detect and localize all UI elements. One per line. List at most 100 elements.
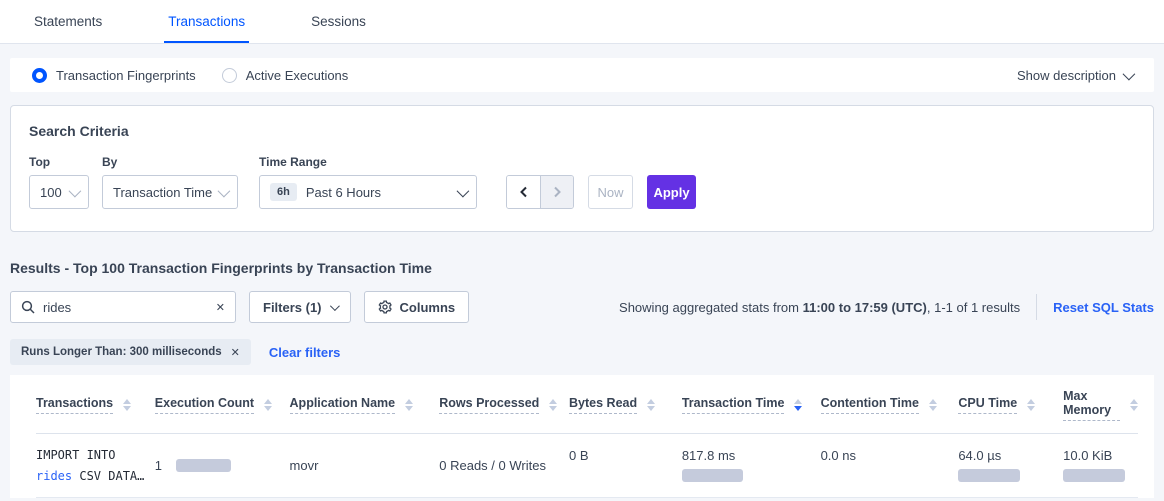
time-range-label: Time Range <box>259 155 479 169</box>
columns-button[interactable]: Columns <box>364 291 470 323</box>
column-header-max-memory: Max Memory <box>1063 389 1138 421</box>
radio-label: Active Executions <box>246 68 349 83</box>
view-radio-group: Transaction Fingerprints Active Executio… <box>32 68 348 83</box>
sql-activity-page: Statements Transactions Sessions Transac… <box>0 0 1164 501</box>
clear-search-icon[interactable]: ✕ <box>216 301 225 314</box>
chevron-left-icon <box>518 186 530 198</box>
radio-transaction-fingerprints[interactable]: Transaction Fingerprints <box>32 68 196 83</box>
column-header-transactions: Transactions <box>36 396 155 414</box>
aggregated-stats-text: Showing aggregated stats from 11:00 to 1… <box>619 294 1154 320</box>
contention-time-cell: 0.0 ns <box>821 434 959 463</box>
max-memory-bar <box>1063 469 1125 482</box>
transaction-fingerprint-cell: IMPORT INTO rides CSV DATA… <box>36 445 155 487</box>
results-table: Transactions Execution Count Application… <box>10 375 1154 498</box>
transaction-time-value: 817.8 ms <box>682 448 811 463</box>
time-range-badge: 6h <box>270 183 297 201</box>
tab-statements[interactable]: Statements <box>30 2 106 43</box>
tab-sessions[interactable]: Sessions <box>307 2 370 43</box>
time-range-select[interactable]: 6h Past 6 Hours <box>259 175 477 209</box>
by-label: By <box>102 155 238 169</box>
column-header-bytes-read: Bytes Read <box>569 396 682 414</box>
chevron-down-icon <box>457 184 470 197</box>
tab-transactions[interactable]: Transactions <box>164 2 249 43</box>
max-memory-value: 10.0 KiB <box>1063 448 1128 463</box>
search-criteria-title: Search Criteria <box>29 123 1135 139</box>
sort-icon[interactable] <box>1130 399 1138 411</box>
time-next-button[interactable] <box>540 176 573 208</box>
transaction-link[interactable]: rides <box>36 469 72 483</box>
column-header-execution-count: Execution Count <box>155 396 290 414</box>
search-criteria-card: Search Criteria Top 100 By Transaction T… <box>10 105 1154 232</box>
vertical-divider <box>1036 294 1037 320</box>
search-icon <box>21 300 35 314</box>
sort-icon[interactable] <box>929 399 937 411</box>
show-description-label: Show description <box>1017 68 1116 83</box>
show-description-toggle[interactable]: Show description <box>1017 68 1132 83</box>
max-memory-cell: 10.0 KiB <box>1063 434 1138 482</box>
table-header-row: Transactions Execution Count Application… <box>36 375 1138 434</box>
sort-icon[interactable] <box>405 399 413 411</box>
sort-icon[interactable] <box>647 399 655 411</box>
search-input[interactable] <box>43 300 208 315</box>
search-box: ✕ <box>10 291 236 323</box>
chevron-down-icon <box>69 184 82 197</box>
radio-active-executions[interactable]: Active Executions <box>222 68 349 83</box>
top-select[interactable]: 100 <box>29 175 89 209</box>
transaction-time-cell: 817.8 ms <box>682 434 821 482</box>
transaction-time-bar <box>682 469 743 482</box>
remove-filter-icon[interactable]: ✕ <box>231 346 240 359</box>
time-range-field: Time Range 6h Past 6 Hours <box>259 155 479 209</box>
apply-button[interactable]: Apply <box>647 175 696 209</box>
sort-icon-active-desc[interactable] <box>794 399 802 411</box>
radio-label: Transaction Fingerprints <box>56 68 196 83</box>
transaction-statement-line1: IMPORT INTO <box>36 445 145 466</box>
cpu-time-cell: 64.0 µs <box>958 434 1063 482</box>
view-toggle-card: Transaction Fingerprints Active Executio… <box>10 58 1154 92</box>
search-criteria-controls: Top 100 By Transaction Time Time Range 6… <box>29 155 1135 209</box>
table-row: IMPORT INTO rides CSV DATA… 1 movr 0 Rea… <box>36 434 1138 498</box>
column-header-cpu-time: CPU Time <box>958 396 1063 414</box>
now-button[interactable]: Now <box>588 175 633 209</box>
results-controls-row: ✕ Filters (1) Columns Showing aggregated… <box>10 291 1154 323</box>
stats-time-range: 11:00 to 17:59 (UTC) <box>803 300 927 315</box>
execution-count-value: 1 <box>155 458 162 473</box>
top-label: Top <box>29 155 89 169</box>
radio-selected-icon <box>32 68 47 83</box>
filters-button[interactable]: Filters (1) <box>249 291 351 323</box>
column-header-rows-processed: Rows Processed <box>439 396 569 414</box>
application-name-cell: movr <box>290 458 440 473</box>
top-field: Top 100 <box>29 155 89 209</box>
time-nav-group <box>506 175 574 209</box>
filters-label: Filters (1) <box>263 300 322 315</box>
cpu-time-value: 64.0 µs <box>958 448 1053 463</box>
chevron-down-icon <box>1123 67 1136 80</box>
gear-icon <box>378 300 392 314</box>
column-header-application-name: Application Name <box>290 396 440 414</box>
top-select-value: 100 <box>40 185 62 200</box>
sort-icon[interactable] <box>123 399 131 411</box>
rows-processed-cell: 0 Reads / 0 Writes <box>439 458 569 473</box>
bytes-read-cell: 0 B <box>569 434 682 463</box>
by-select[interactable]: Transaction Time <box>102 175 238 209</box>
by-select-value: Transaction Time <box>113 185 212 200</box>
by-field: By Transaction Time <box>102 155 238 209</box>
sort-icon[interactable] <box>1027 399 1035 411</box>
chevron-right-icon <box>551 186 563 198</box>
time-prev-button[interactable] <box>507 176 540 208</box>
execution-count-bar <box>176 459 231 472</box>
sort-icon[interactable] <box>549 399 557 411</box>
filter-chip-row: Runs Longer Than: 300 milliseconds ✕ Cle… <box>10 339 1154 365</box>
chevron-down-icon <box>218 184 231 197</box>
execution-count-cell: 1 <box>155 458 290 473</box>
sort-icon[interactable] <box>264 399 272 411</box>
filter-chip-label: Runs Longer Than: 300 milliseconds <box>21 346 222 358</box>
radio-unselected-icon <box>222 68 237 83</box>
results-heading: Results - Top 100 Transaction Fingerprin… <box>10 260 1154 276</box>
reset-sql-stats-link[interactable]: Reset SQL Stats <box>1053 300 1154 315</box>
chevron-down-icon <box>329 301 339 311</box>
transaction-statement-line2: rides CSV DATA… <box>36 466 145 487</box>
tabs-bar: Statements Transactions Sessions <box>0 0 1164 44</box>
cpu-time-bar <box>958 469 1020 482</box>
clear-filters-link[interactable]: Clear filters <box>269 345 341 360</box>
columns-label: Columns <box>400 300 456 315</box>
